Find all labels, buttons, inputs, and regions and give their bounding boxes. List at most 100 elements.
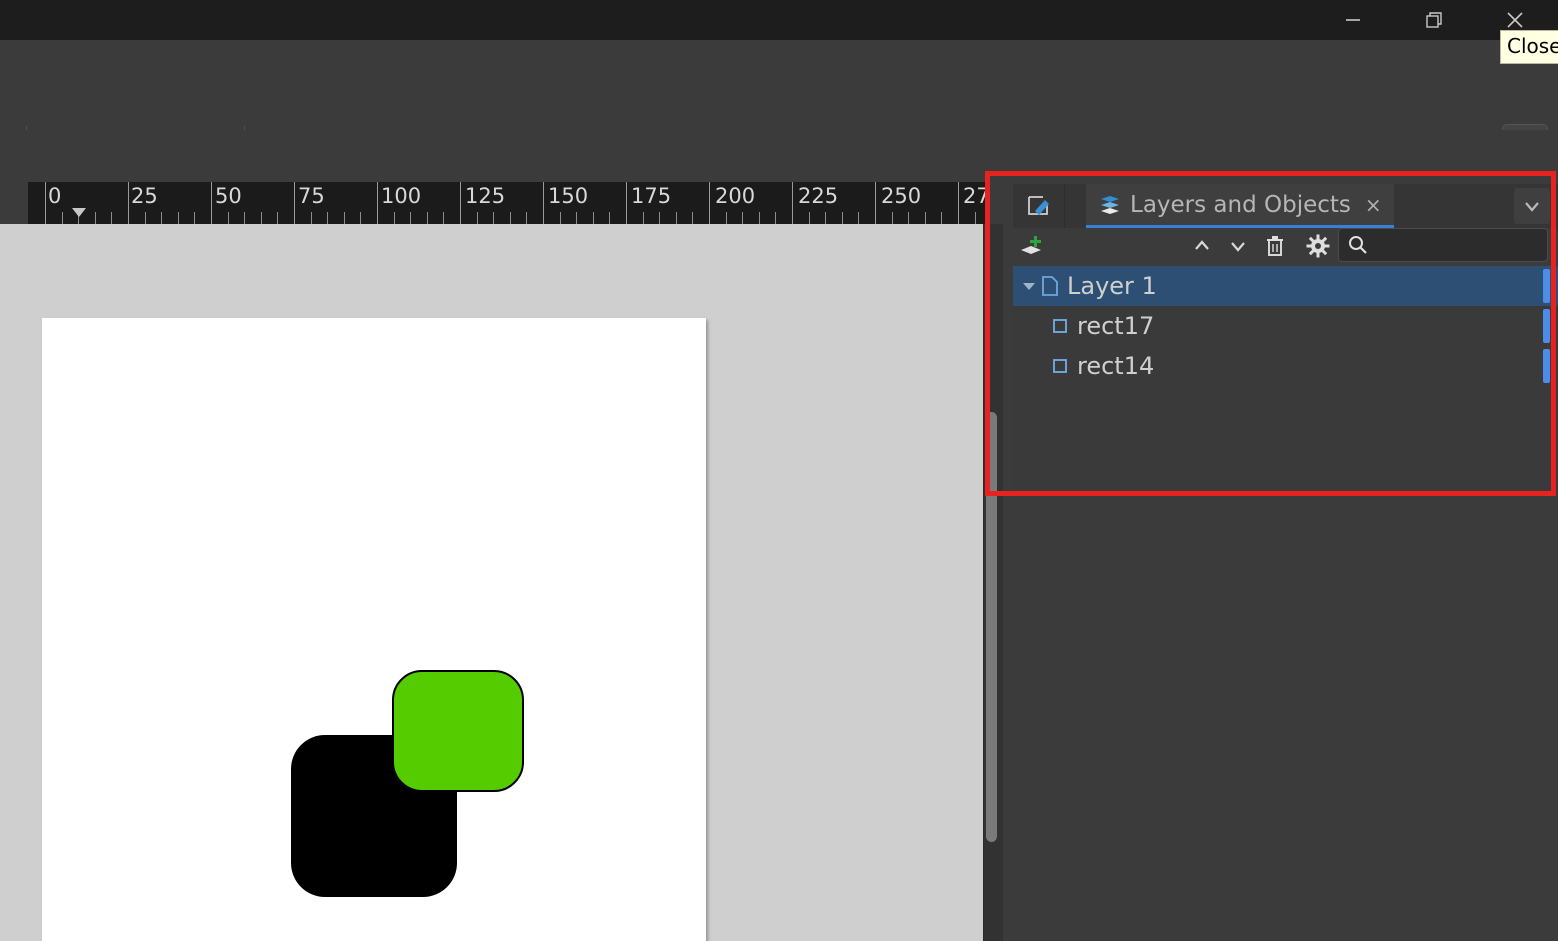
drawing-canvas[interactable]: [0, 224, 985, 941]
search-input[interactable]: [1338, 228, 1548, 262]
ruler-tick: [443, 212, 445, 224]
ruler-tick: [45, 182, 46, 224]
ruler-tick: [460, 182, 461, 224]
ruler-label: 175: [631, 184, 672, 208]
layers-list[interactable]: Layer 1 rect17 rect14: [1013, 266, 1558, 494]
layer-row[interactable]: Layer 1: [1013, 266, 1558, 306]
ruler-tick: [61, 212, 63, 224]
layer-visibility-indicator[interactable]: [1543, 349, 1550, 383]
ruler-tick: [94, 212, 96, 224]
ruler-tick: [559, 212, 561, 224]
layer-visibility-indicator[interactable]: [1543, 309, 1550, 343]
trash-icon[interactable]: [1257, 228, 1293, 264]
ruler-tick: [875, 182, 876, 224]
minimize-button[interactable]: [1330, 0, 1376, 40]
ruler-tick: [592, 212, 594, 224]
tool-options-toolbar: + H: 50.000 −+ mm: [0, 130, 1558, 305]
ruler-tick: [675, 212, 677, 224]
ruler-tick: [493, 212, 495, 224]
layers-stack-icon: [1098, 194, 1122, 216]
rect17-green-rounded-rect[interactable]: [392, 670, 524, 792]
move-up-chevron-up-icon[interactable]: [1184, 228, 1220, 264]
ruler-tick: [659, 212, 661, 224]
layer-page-icon: [1041, 276, 1059, 296]
ruler-tick: [310, 212, 312, 224]
ruler-label: 75: [298, 184, 325, 208]
layer-visibility-indicator[interactable]: [1543, 269, 1550, 303]
ruler-tick: [758, 212, 760, 224]
ruler-tick: [725, 212, 727, 224]
ruler-label: 250: [881, 184, 922, 208]
ruler-tick: [410, 212, 412, 224]
edit-pen-icon[interactable]: [1013, 184, 1065, 228]
ruler-tick: [692, 212, 694, 224]
application-window: Close T <> { }: [0, 0, 1558, 941]
maximize-restore-button[interactable]: [1411, 0, 1457, 40]
ruler-tick: [360, 212, 362, 224]
ruler-tick: [825, 212, 827, 224]
ruler-label: 200: [715, 184, 756, 208]
move-down-chevron-down-icon[interactable]: [1220, 228, 1256, 264]
ruler-tick: [177, 212, 179, 224]
cursor-position-marker: [72, 208, 86, 217]
ruler-tick: [393, 212, 395, 224]
tab-layers-and-objects[interactable]: Layers and Objects ×: [1086, 184, 1394, 228]
ruler-tick: [958, 182, 959, 224]
canvas-scrollbar-thumb[interactable]: [986, 412, 997, 842]
layer-row[interactable]: rect17: [1013, 306, 1558, 346]
ruler-tick: [244, 212, 246, 224]
ruler-tick: [260, 212, 262, 224]
ruler-tick: [377, 182, 378, 224]
ruler-tick: [161, 212, 163, 224]
dock-tab-overflow-chevron-down-icon[interactable]: [1514, 188, 1550, 224]
ruler-tick: [194, 212, 196, 224]
ruler-tick: [808, 212, 810, 224]
ruler-tick: [742, 212, 744, 224]
tab-label: Layers and Objects: [1130, 191, 1351, 218]
ruler-tick: [642, 212, 644, 224]
ruler-tick: [941, 212, 943, 224]
ruler-tick: [526, 212, 528, 224]
command-toolbar: T <> { }: [0, 40, 1558, 166]
gear-icon[interactable]: [1300, 228, 1336, 264]
ruler-tick: [792, 182, 793, 224]
layer-name-label: Layer 1: [1067, 272, 1157, 300]
ruler-label: 125: [465, 184, 506, 208]
layer-row[interactable]: rect14: [1013, 346, 1558, 386]
ruler-tick: [327, 212, 329, 224]
ruler-tick: [576, 212, 578, 224]
horizontal-ruler[interactable]: 0 25 50 75 100 125 150 175 200 225 250 27: [0, 182, 985, 224]
ruler-label: 150: [548, 184, 589, 208]
ruler-tick: [128, 182, 129, 224]
close-tooltip: Close: [1500, 30, 1558, 64]
ruler-tick: [709, 182, 710, 224]
ruler-tick: [111, 212, 113, 224]
ruler-label: 50: [215, 184, 242, 208]
ruler-label: 0: [48, 184, 62, 208]
add-layer-icon[interactable]: [1014, 228, 1050, 264]
ruler-tick: [908, 212, 910, 224]
title-bar: [0, 0, 1558, 40]
ruler-label: 225: [798, 184, 839, 208]
ruler-label: 27: [963, 184, 985, 208]
close-icon[interactable]: ×: [1365, 193, 1382, 217]
expand-triangle-icon[interactable]: [1023, 282, 1035, 290]
ruler-corner: [0, 182, 28, 224]
ruler-label: 25: [131, 184, 158, 208]
ruler-tick: [509, 212, 511, 224]
ruler-tick: [343, 212, 345, 224]
ruler-tick: [924, 212, 926, 224]
ruler-tick: [543, 182, 544, 224]
ruler-tick: [476, 212, 478, 224]
ruler-tick: [211, 182, 212, 224]
ruler-tick: [426, 212, 428, 224]
ruler-tick: [626, 182, 627, 224]
ruler-tick: [294, 182, 295, 224]
ruler-tick: [891, 212, 893, 224]
ruler-tick: [775, 212, 777, 224]
ruler-label: 100: [381, 184, 422, 208]
layer-name-label: rect14: [1077, 352, 1155, 380]
ruler-tick: [858, 212, 860, 224]
search-icon: [1347, 234, 1369, 256]
ruler-tick: [277, 212, 279, 224]
